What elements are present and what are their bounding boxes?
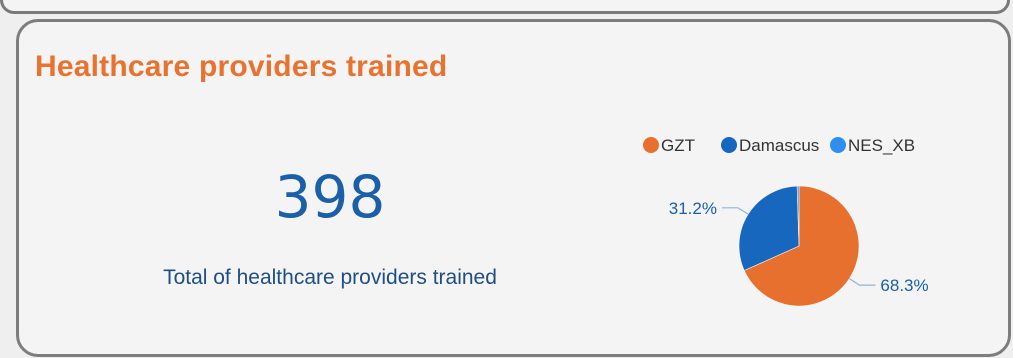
legend-marker-damascus xyxy=(721,137,737,153)
legend-marker-gzt xyxy=(643,137,659,153)
legend-label-damascus: Damascus xyxy=(739,136,819,155)
pie-slices xyxy=(738,185,860,307)
pie-label-damascus: 31.2% xyxy=(669,199,717,218)
legend-label-nes-xb: NES_XB xyxy=(848,136,915,155)
legend-marker-nes-xb xyxy=(830,137,846,153)
leader-line-gzt xyxy=(849,278,876,286)
pie-chart: GZT Damascus NES_XB 68.3% 31.2% xyxy=(643,136,929,307)
chart-legend: GZT Damascus NES_XB xyxy=(643,136,915,155)
legend-label-gzt: GZT xyxy=(661,136,695,155)
pie-label-gzt: 68.3% xyxy=(880,276,928,295)
leader-line-damascus xyxy=(721,207,749,215)
